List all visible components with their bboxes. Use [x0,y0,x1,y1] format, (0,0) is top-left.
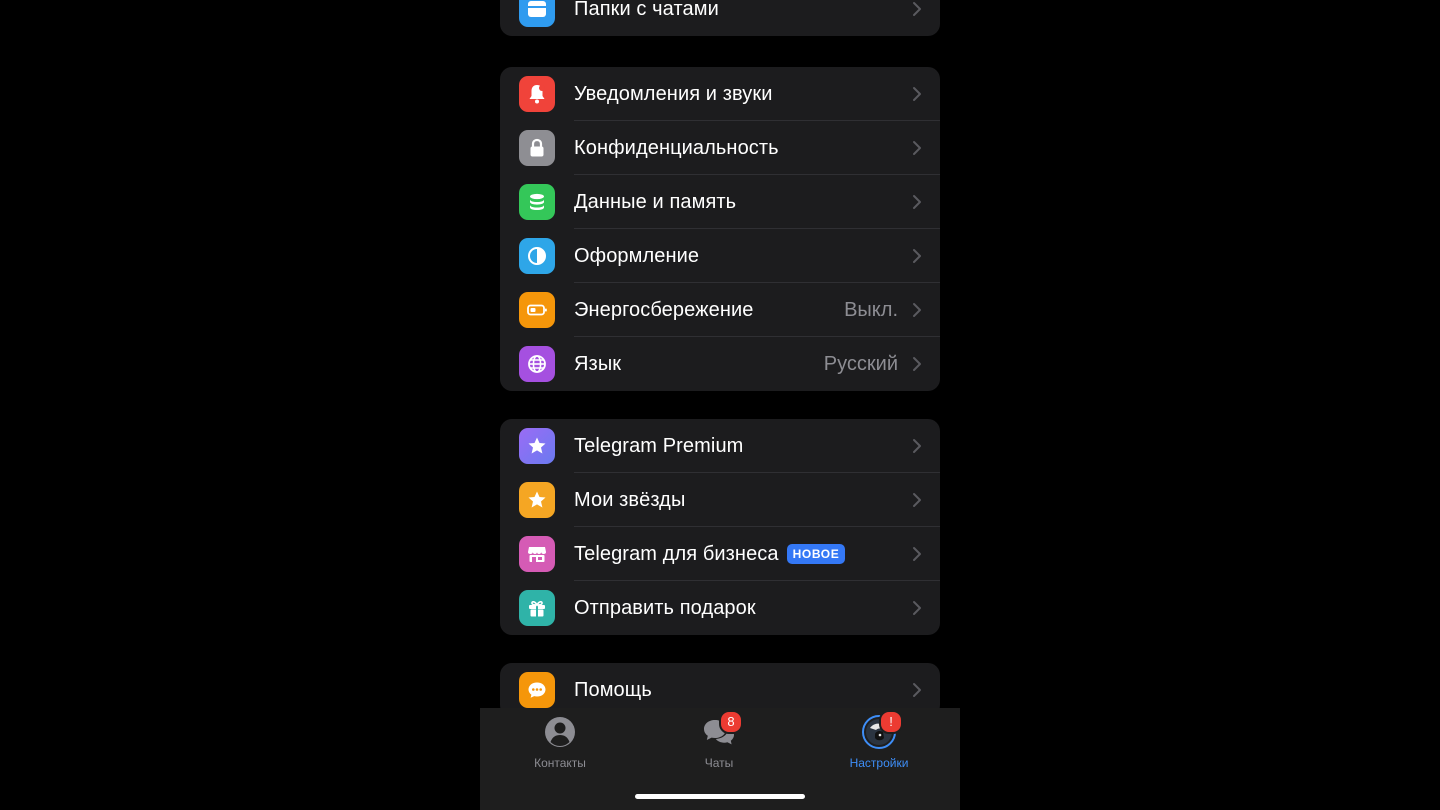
chevron-right-icon [913,249,921,263]
chat-bubble-icon [519,672,555,708]
globe-icon [519,346,555,382]
chevron-right-icon [913,683,921,697]
row-appearance[interactable]: Оформление [500,229,940,283]
tab-label: Контакты [534,756,586,770]
tab-label: Настройки [849,756,909,770]
bell-icon [519,76,555,112]
chevron-right-icon [913,303,921,317]
row-label: Язык [574,352,622,375]
database-icon [519,184,555,220]
folder-icon [519,0,555,27]
lock-icon [519,130,555,166]
chevron-right-icon [913,439,921,453]
half-circle-icon [519,238,555,274]
chevron-right-icon [913,601,921,615]
row-telegram-premium[interactable]: Telegram Premium [500,419,940,473]
row-label: Данные и память [574,190,737,213]
gift-icon [519,590,555,626]
row-privacy[interactable]: Конфиденциальность [500,121,940,175]
tab-settings[interactable]: ! Настройки [819,710,939,778]
chats-icon: 8 [701,710,743,750]
row-label: Папки с чатами [574,0,719,20]
settings-group-premium: Telegram Premium Мои звёзды Telegram для… [500,419,940,635]
row-label: Отправить подарок [574,596,756,619]
row-label: Оформление [574,244,700,267]
unread-badge: 8 [719,710,743,734]
chevron-right-icon [913,2,921,16]
alert-badge: ! [879,710,903,734]
row-label: Уведомления и звуки [574,82,773,105]
row-power-saving[interactable]: Энергосбережение Выкл. [500,283,940,337]
chevron-right-icon [913,493,921,507]
row-chat-folders[interactable]: Папки с чатами [500,0,940,36]
chevron-right-icon [913,357,921,371]
row-my-stars[interactable]: Мои звёзды [500,473,940,527]
row-label: Telegram для бизнеса НОВОЕ [574,542,846,566]
row-telegram-business[interactable]: Telegram для бизнеса НОВОЕ [500,527,940,581]
chevron-right-icon [913,141,921,155]
settings-group-chats: Папки с чатами [500,0,940,36]
chevron-right-icon [913,547,921,561]
star-icon [519,482,555,518]
settings-group-general: Уведомления и звуки Конфиденциальность Д… [500,67,940,391]
avatar-icon: ! [861,710,903,750]
person-circle-icon [542,714,578,750]
row-language[interactable]: Язык Русский [500,337,940,391]
row-label: Мои звёзды [574,488,686,511]
row-notifications[interactable]: Уведомления и звуки [500,67,940,121]
battery-icon [519,292,555,328]
settings-screen: Папки с чатами Уведомления и звуки Конфи… [480,0,960,810]
tab-label: Чаты [704,756,734,770]
row-data-storage[interactable]: Данные и память [500,175,940,229]
tab-bar: Контакты 8 Чаты ! Настройки [480,708,960,810]
tab-contacts[interactable]: Контакты [500,714,620,778]
new-badge: НОВОЕ [786,544,846,564]
row-value: Русский [823,352,898,375]
row-label: Помощь [574,678,652,701]
row-send-gift[interactable]: Отправить подарок [500,581,940,635]
star-premium-icon [519,428,555,464]
row-label-text: Telegram для бизнеса [574,542,779,565]
row-value: Выкл. [844,298,898,321]
tab-chats[interactable]: 8 Чаты [659,710,779,778]
home-indicator [635,794,805,799]
store-icon [519,536,555,572]
row-label: Telegram Premium [574,434,744,457]
row-label: Энергосбережение [574,298,754,321]
chevron-right-icon [913,195,921,209]
chevron-right-icon [913,87,921,101]
row-label: Конфиденциальность [574,136,779,159]
